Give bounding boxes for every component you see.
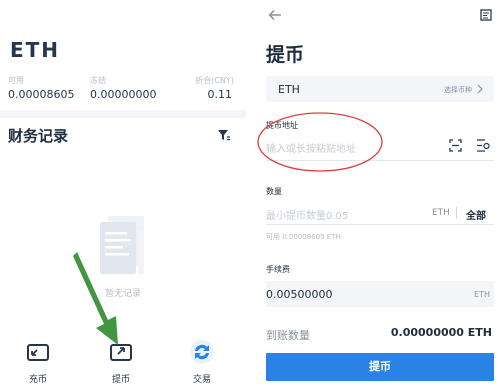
amount-underline <box>266 224 494 225</box>
amount-separator <box>456 207 457 219</box>
coin-title: ETH <box>10 38 61 60</box>
fee-value: 0.00500000 <box>266 288 333 301</box>
withdraw-screen: 提币 ETH 选择币种 提币地址 输入或长按粘贴地址 数量 最小提币数量0.05… <box>254 0 500 387</box>
fee-unit: ETH <box>474 290 490 299</box>
address-book-icon[interactable] <box>476 139 490 152</box>
records-title: 财务记录 <box>8 127 69 145</box>
withdraw-label: 提币 <box>111 375 130 385</box>
receive-amount-label: 到账数量 <box>266 329 310 342</box>
cny-value: 0.11 <box>207 88 233 101</box>
withdraw-submit-button[interactable]: 提币 <box>266 353 494 381</box>
coin-selector-value: ETH <box>278 83 300 96</box>
chevron-right-icon <box>477 84 483 94</box>
deposit-button[interactable]: 充币 <box>8 330 68 387</box>
page-title: 提币 <box>266 44 305 66</box>
section-divider <box>0 110 246 118</box>
exchange-icon <box>190 340 214 364</box>
withdraw-records-icon[interactable] <box>480 9 492 21</box>
balance-labels: 可用 冻结 折合(CNY) <box>0 75 246 87</box>
frozen-value: 0.00000000 <box>90 88 157 101</box>
coin-selector[interactable]: ETH 选择币种 <box>266 76 494 102</box>
cny-label: 折合(CNY) <box>195 76 234 85</box>
available-value: 0.00008605 <box>8 88 75 101</box>
amount-input[interactable]: 最小提币数量0.05 <box>266 207 348 222</box>
balance-values: 0.00008605 0.00000000 0.11 <box>0 88 246 104</box>
amount-label: 数量 <box>266 187 282 196</box>
fee-field: 0.00500000 ETH <box>266 281 494 307</box>
deposit-icon <box>27 344 49 361</box>
scan-qr-icon[interactable] <box>449 139 462 152</box>
frozen-label: 冻结 <box>90 76 106 85</box>
withdraw-all-button[interactable]: 全部 <box>466 207 486 222</box>
exchange-label: 交易 <box>192 375 211 385</box>
amount-unit: ETH <box>432 208 450 218</box>
deposit-label: 充币 <box>28 375 47 385</box>
back-arrow-icon[interactable] <box>268 8 282 22</box>
filter-icon[interactable] <box>217 128 231 142</box>
fee-label: 手续费 <box>266 265 290 274</box>
receive-amount-value: 0.00000000 ETH <box>390 326 492 339</box>
available-label: 可用 <box>8 76 24 85</box>
coin-selector-hint: 选择币种 <box>444 86 472 94</box>
available-balance-text: 可用 0.00008605 ETH <box>266 233 341 241</box>
annotation-arrow <box>73 252 118 345</box>
exchange-button[interactable]: 交易 <box>172 330 232 387</box>
address-highlight-ellipse <box>257 112 383 172</box>
